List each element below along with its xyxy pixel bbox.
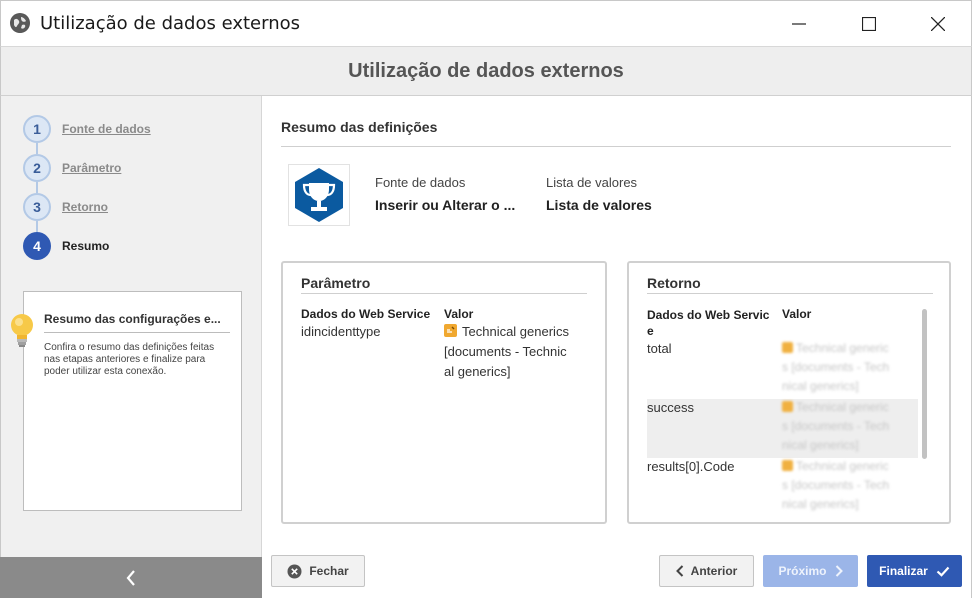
close-window-button[interactable] bbox=[903, 1, 972, 47]
column-header-name: Dados do Web Service bbox=[301, 307, 431, 321]
column-header-value: Valor bbox=[444, 307, 474, 321]
step-label: Resumo bbox=[62, 239, 110, 253]
finish-button-label: Finalizar bbox=[879, 564, 928, 578]
step-label: Fonte de dados bbox=[62, 122, 151, 136]
wizard-header: Utilização de dados externos bbox=[0, 46, 972, 96]
minimize-icon bbox=[792, 23, 806, 25]
step-number: 2 bbox=[23, 154, 51, 182]
minimize-button[interactable] bbox=[764, 1, 834, 47]
return-row-name: results[0].Code bbox=[647, 459, 735, 474]
return-row-name: success bbox=[647, 400, 694, 415]
return-row-value-line2: s [documents - Tech bbox=[782, 360, 890, 374]
summary-title: Resumo das definições bbox=[281, 119, 438, 135]
previous-button[interactable]: Anterior bbox=[659, 555, 754, 587]
tip-title: Resumo das configurações e... bbox=[44, 312, 230, 333]
parameter-value-line3: al generics] bbox=[444, 364, 511, 379]
step-parametro[interactable]: 2 Parâmetro bbox=[23, 153, 121, 183]
value-list-value: Lista de valores bbox=[546, 197, 652, 213]
return-row-value: Technical generic s [documents - Tech ni… bbox=[782, 398, 889, 455]
parameter-value-line1: Technical generics bbox=[462, 324, 569, 339]
return-panel-title: Retorno bbox=[647, 275, 701, 291]
step-number: 4 bbox=[23, 232, 51, 260]
column-header-name: Dados do Web Servic e bbox=[647, 307, 769, 339]
wizard-title: Utilização de dados externos bbox=[348, 60, 624, 82]
parameter-value-line2: [documents - Technic bbox=[444, 344, 567, 359]
parameter-panel-title: Parâmetro bbox=[301, 275, 371, 291]
column-header-name-line1: Dados do Web Servic bbox=[647, 308, 770, 322]
return-row-value-line1: Technical generic bbox=[796, 341, 889, 355]
close-button[interactable]: Fechar bbox=[271, 555, 365, 587]
step-resumo[interactable]: 4 Resumo bbox=[23, 231, 109, 261]
return-panel: Retorno Dados do Web Servic e Valor tota… bbox=[627, 261, 951, 524]
trophy-icon bbox=[288, 164, 350, 226]
tip-text: Confira o resumo das definições feitas n… bbox=[44, 342, 215, 377]
wizard-sidebar: 1 Fonte de dados 2 Parâmetro 3 Retorno 4… bbox=[0, 96, 262, 598]
scrollbar[interactable] bbox=[922, 309, 927, 459]
step-label: Retorno bbox=[62, 200, 108, 214]
return-row-value: Technical generic s [documents - Tech ni… bbox=[782, 339, 889, 396]
step-label: Parâmetro bbox=[62, 161, 122, 175]
return-row-value-line3: nical generics] bbox=[782, 438, 859, 452]
window-title: Utilização de dados externos bbox=[40, 13, 301, 34]
return-row-value: Technical generic s [documents - Tech ni… bbox=[782, 457, 889, 514]
divider bbox=[301, 293, 587, 294]
main-content: Resumo das definições Fonte de dados Ins… bbox=[262, 96, 972, 598]
parameter-panel: Parâmetro Dados do Web Service Valor idi… bbox=[281, 261, 607, 524]
column-header-name-line2: e bbox=[647, 324, 654, 338]
document-icon bbox=[444, 324, 457, 337]
checkmark-icon bbox=[936, 566, 950, 577]
return-row-value-line2: s [documents - Tech bbox=[782, 419, 890, 433]
previous-button-label: Anterior bbox=[690, 564, 738, 578]
close-icon bbox=[931, 17, 945, 31]
return-row-value-line1: Technical generic bbox=[796, 459, 889, 473]
lightbulb-icon bbox=[9, 311, 35, 356]
parameter-name: idincidenttype bbox=[301, 324, 381, 339]
data-source-value: Inserir ou Alterar o ... bbox=[375, 197, 516, 213]
divider bbox=[281, 146, 951, 147]
tip-box: Resumo das configurações e... Confira o … bbox=[23, 291, 242, 511]
parameter-value: Technical generics [documents - Technic … bbox=[444, 322, 594, 382]
globe-icon bbox=[10, 13, 30, 33]
chevron-left-icon bbox=[675, 565, 684, 577]
return-row-value-line3: nical generics] bbox=[782, 497, 859, 511]
collapse-sidebar-button[interactable] bbox=[0, 557, 262, 598]
step-number: 3 bbox=[23, 193, 51, 221]
value-list-label: Lista de valores bbox=[546, 175, 638, 190]
return-row-value-line1: Technical generic bbox=[796, 400, 889, 414]
return-row-value-line2: s [documents - Tech bbox=[782, 478, 890, 492]
next-button-label: Próximo bbox=[778, 564, 827, 578]
window-titlebar: Utilização de dados externos bbox=[0, 0, 972, 46]
return-row-name: total bbox=[647, 341, 672, 356]
chevron-left-icon bbox=[126, 569, 135, 586]
chevron-right-icon bbox=[835, 565, 843, 577]
next-button[interactable]: Próximo bbox=[763, 555, 858, 587]
step-number: 1 bbox=[23, 115, 51, 143]
data-source-label: Fonte de dados bbox=[375, 175, 466, 190]
maximize-button[interactable] bbox=[834, 1, 904, 47]
step-retorno[interactable]: 3 Retorno bbox=[23, 192, 108, 222]
divider bbox=[647, 293, 933, 294]
step-fonte-de-dados[interactable]: 1 Fonte de dados bbox=[23, 114, 151, 144]
column-header-value: Valor bbox=[782, 307, 812, 321]
close-button-label: Fechar bbox=[309, 564, 349, 578]
maximize-icon bbox=[862, 17, 876, 31]
return-row-value-line3: nical generics] bbox=[782, 379, 859, 393]
close-circle-icon bbox=[287, 564, 302, 579]
finish-button[interactable]: Finalizar bbox=[867, 555, 962, 587]
